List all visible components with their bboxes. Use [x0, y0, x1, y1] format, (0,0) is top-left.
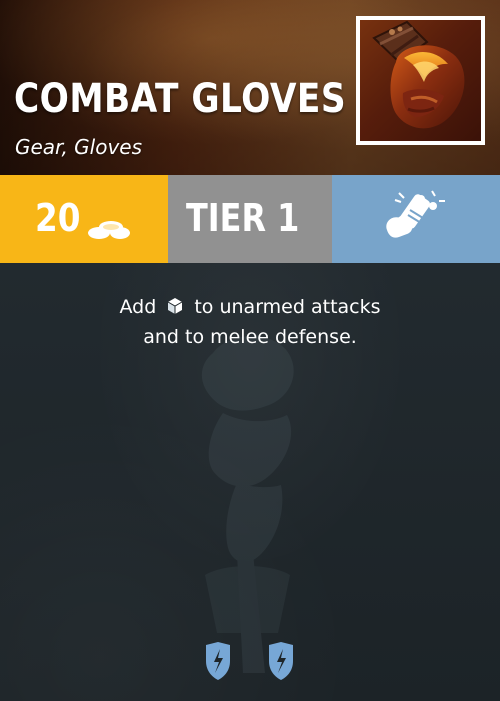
card-subtitle: Gear, Gloves — [15, 135, 143, 159]
glove-punch-icon — [386, 190, 445, 238]
cost-stat: 20 — [0, 175, 168, 263]
footer-icons — [0, 641, 500, 681]
description-line-1-end: to unarmed attacks — [194, 296, 381, 318]
card-body: Add to unarmed attacks and to melee defe… — [0, 263, 500, 701]
description-line-1: Add to unarmed attacks — [0, 292, 500, 322]
description-line-2: and to melee defense. — [143, 326, 357, 348]
background-art-icon — [201, 336, 294, 673]
card-title: COMBAT GLOVES — [14, 76, 347, 122]
card-description: Add to unarmed attacks and to melee defe… — [0, 292, 500, 352]
gloves-art-icon — [360, 20, 481, 141]
combat-gloves-portrait-icon — [356, 16, 485, 145]
tier-stat: TIER 1 — [168, 175, 332, 263]
die-icon — [166, 294, 184, 314]
coins-icon — [88, 221, 130, 239]
shield-lightning-icon — [206, 642, 230, 680]
shield-lightning-icon — [269, 642, 293, 680]
description-line-1-start: Add — [119, 296, 157, 318]
card-header: COMBAT GLOVES Gear, Gloves — [0, 0, 500, 175]
stats-bar: 20 TIER 1 — [0, 175, 500, 263]
cost-value: 20 — [35, 196, 81, 240]
die-icon-svg — [168, 298, 183, 314]
ability-stat — [332, 175, 500, 263]
game-card: COMBAT GLOVES Gear, Gloves 20 TIER 1 Add… — [0, 0, 500, 701]
tier-label: TIER 1 — [186, 196, 300, 240]
